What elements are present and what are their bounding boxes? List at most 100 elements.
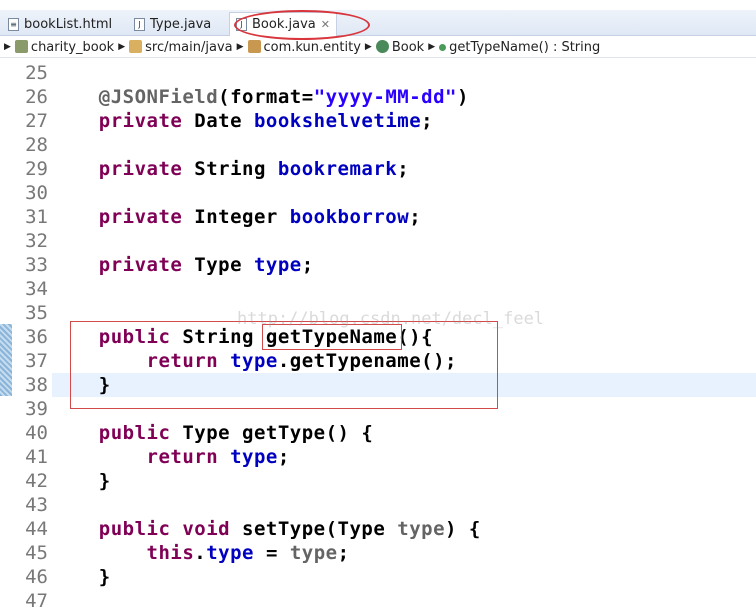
line-number: 47: [25, 590, 48, 612]
code-text: return type;: [51, 445, 290, 469]
code-line[interactable]: 46 }: [0, 565, 756, 589]
code-token: ;: [421, 110, 434, 132]
code-token: type: [206, 542, 254, 564]
tab-booklist-html[interactable]: ≡ bookList.html: [2, 12, 118, 36]
code-line[interactable]: 41 return type;: [0, 445, 756, 469]
code-token: public: [51, 422, 171, 444]
breadcrumb-source-folder[interactable]: src/main/java: [129, 39, 233, 55]
line-number: 46: [25, 566, 48, 588]
breadcrumb: ▶ charity_book ▶ src/main/java ▶ com.kun…: [0, 37, 756, 58]
code-line[interactable]: 28: [0, 133, 756, 157]
package-icon: [247, 39, 261, 53]
code-line[interactable]: 38 }: [25, 373, 756, 397]
code-token: return: [51, 350, 219, 372]
code-token: }: [51, 374, 111, 396]
code-line[interactable]: 30: [0, 181, 756, 205]
arrow-icon: ▶: [428, 42, 436, 52]
method-icon: [439, 43, 447, 51]
code-line[interactable]: 25: [0, 61, 756, 85]
code-line[interactable]: 43: [0, 493, 756, 517]
code-token: (: [218, 86, 231, 108]
arrow-icon: ▶: [4, 42, 11, 52]
tab-type-java[interactable]: J Type.java: [128, 12, 217, 36]
line-number: 26: [25, 86, 48, 108]
code-token: .: [194, 542, 207, 564]
code-line[interactable]: 33 private Type type;: [0, 253, 756, 277]
code-line[interactable]: 32: [0, 229, 756, 253]
code-line[interactable]: 40 public Type getType() {: [0, 421, 756, 445]
code-token: void: [170, 518, 231, 540]
code-token: public: [51, 326, 171, 348]
code-text: private Type type;: [51, 253, 314, 277]
code-token: Date: [182, 110, 254, 132]
code-text: return type.getTypename();: [51, 349, 457, 373]
code-text: this.type = type;: [51, 541, 350, 565]
code-text: }: [51, 469, 111, 493]
tab-book-java[interactable]: J Book.java ✕: [229, 12, 337, 36]
code-token: }: [51, 566, 111, 588]
line-number: 28: [25, 134, 48, 156]
code-token: public: [51, 518, 171, 540]
line-number: 45: [25, 542, 48, 564]
line-number: 44: [25, 518, 48, 540]
code-token: Type: [182, 254, 254, 276]
html-file-icon: ≡: [8, 17, 19, 31]
code-token: Type getType() {: [170, 422, 374, 444]
code-line[interactable]: 39: [0, 397, 756, 421]
breadcrumb-package[interactable]: com.kun.entity: [247, 39, 361, 55]
code-line[interactable]: 27 private Date bookshelvetime;: [0, 109, 756, 133]
code-token: private: [51, 158, 183, 180]
code-token: String: [182, 158, 278, 180]
breadcrumb-method[interactable]: getTypeName() : String: [439, 40, 600, 55]
code-line[interactable]: 44 public void setType(Type type) {: [0, 517, 756, 541]
code-line[interactable]: 26 @JSONField(format="yyyy-MM-dd"): [0, 85, 756, 109]
line-number: 42: [25, 470, 48, 492]
code-line[interactable]: 42 }: [0, 469, 756, 493]
code-token: }: [51, 470, 111, 492]
source-folder-icon: [129, 39, 143, 53]
class-icon: [375, 39, 389, 53]
code-line[interactable]: 29 private String bookremark;: [0, 157, 756, 181]
line-number: 34: [25, 278, 48, 300]
code-token: ): [456, 86, 469, 108]
code-line[interactable]: 34: [0, 277, 756, 301]
code-editor[interactable]: 25 26 @JSONField(format="yyyy-MM-dd") 27 p…: [0, 60, 756, 615]
breadcrumb-class[interactable]: Book: [375, 39, 424, 55]
code-token: type: [218, 446, 278, 468]
line-number: 40: [25, 422, 48, 444]
code-text: public void setType(Type type) {: [51, 517, 481, 541]
code-line[interactable]: 45 this.type = type;: [0, 541, 756, 565]
line-number: 31: [25, 206, 48, 228]
code-text: private String bookremark;: [51, 157, 409, 181]
code-line[interactable]: 31 private Integer bookborrow;: [0, 205, 756, 229]
code-token: ;: [409, 206, 422, 228]
line-number: 30: [25, 182, 48, 204]
code-token: private: [51, 110, 183, 132]
code-token: ;: [277, 446, 290, 468]
code-token: ;: [301, 254, 314, 276]
code-token: type: [289, 542, 338, 564]
project-icon: [14, 39, 28, 53]
breadcrumb-project[interactable]: charity_book: [14, 39, 114, 55]
code-token: bookshelvetime: [253, 110, 422, 132]
line-number: 41: [25, 446, 48, 468]
line-number: 35: [25, 302, 48, 324]
watermark: http://blog.csdn.net/decl_feel: [237, 309, 545, 329]
close-icon[interactable]: ✕: [321, 18, 330, 31]
code-token: bookborrow: [289, 206, 410, 228]
line-number: 43: [25, 494, 48, 516]
code-token: this: [51, 542, 195, 564]
line-number: 32: [25, 230, 48, 252]
code-line[interactable]: 47: [0, 589, 756, 613]
code-text: }: [51, 373, 111, 397]
code-token: ;: [397, 158, 410, 180]
code-text: private Date bookshelvetime;: [51, 109, 433, 133]
code-line[interactable]: 37 return type.getTypename();: [0, 349, 756, 373]
java-file-icon: J: [134, 17, 145, 31]
line-number: 27: [25, 110, 48, 132]
code-token: Integer: [182, 206, 290, 228]
arrow-icon: ▶: [364, 42, 372, 52]
code-text: @JSONField(format="yyyy-MM-dd"): [51, 85, 469, 109]
code-token: setType(Type: [230, 518, 398, 540]
code-token: private: [51, 206, 183, 228]
